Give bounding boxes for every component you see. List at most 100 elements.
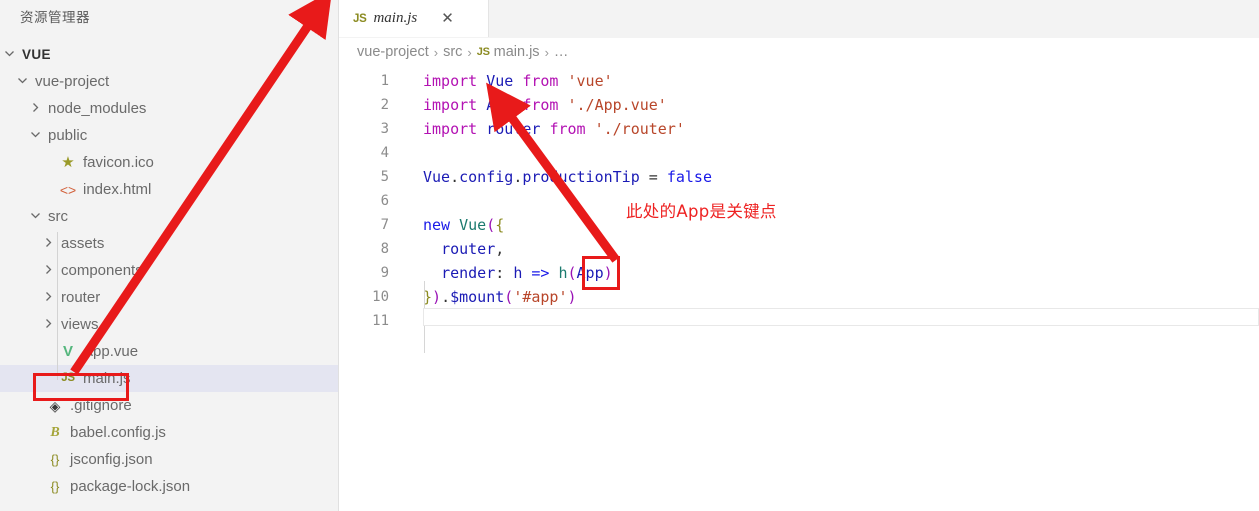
code-line[interactable]: 7new Vue({ (339, 213, 1259, 237)
tree-row-public[interactable]: public (0, 122, 338, 149)
code-token: : (495, 264, 513, 282)
code-token (513, 96, 522, 114)
code-token: productionTip (522, 168, 639, 186)
code-line[interactable]: 4 (339, 141, 1259, 165)
tree-row-node-modules[interactable]: node_modules (0, 95, 338, 122)
tree-row-babel-config-js[interactable]: Bbabel.config.js (0, 419, 338, 446)
code-token (423, 264, 441, 282)
json-file-icon: {} (44, 453, 66, 466)
code-token: './router' (595, 120, 685, 138)
chevron-right-icon[interactable] (39, 264, 57, 275)
chevron-right-icon[interactable] (39, 318, 57, 329)
code-token: ( (486, 216, 495, 234)
code-line[interactable]: 10}).$mount('#app') (339, 285, 1259, 309)
chevron-down-icon[interactable] (26, 129, 44, 140)
tree-row-label: package-lock.json (66, 478, 190, 495)
line-number: 6 (339, 189, 401, 213)
code-token (477, 72, 486, 90)
tree-row-label: VUE (18, 47, 51, 62)
code-token: ) (568, 288, 577, 306)
code-token: ( (504, 288, 513, 306)
code-line[interactable]: 3import router from './router' (339, 117, 1259, 141)
tree-row-label: src (44, 208, 68, 225)
code-line[interactable]: 11 (339, 309, 1259, 333)
code-text: router, (401, 237, 504, 261)
code-line[interactable]: 9 render: h => h(App) (339, 261, 1259, 285)
code-token: '#app' (513, 288, 567, 306)
html-file-icon: <> (57, 183, 79, 197)
vscode-window: 资源管理器 VUEvue-projectnode_modulespublic★f… (0, 0, 1259, 511)
tree-row-favicon-ico[interactable]: ★favicon.ico (0, 149, 338, 176)
code-text: import Vue from 'vue' (401, 69, 613, 93)
tree-row-vue-project[interactable]: vue-project (0, 68, 338, 95)
chevron-right-icon[interactable] (26, 102, 44, 113)
tree-row-jsconfig-json[interactable]: {}jsconfig.json (0, 446, 338, 473)
code-token: Vue (459, 216, 486, 234)
breadcrumb[interactable]: vue-project›src›JSmain.js›… (339, 38, 1259, 66)
breadcrumb-item[interactable]: main.js (494, 44, 540, 60)
code-token: h (558, 264, 567, 282)
line-number: 8 (339, 237, 401, 261)
breadcrumb-item[interactable]: src (443, 44, 462, 60)
json-file-icon: {} (44, 480, 66, 493)
code-line[interactable]: 1import Vue from 'vue' (339, 69, 1259, 93)
js-file-icon: JS (57, 373, 79, 385)
code-token: import (423, 96, 477, 114)
chevron-right-icon[interactable] (39, 291, 57, 302)
code-token: new (423, 216, 450, 234)
code-token: import (423, 72, 477, 90)
code-token: App (486, 96, 513, 114)
babel-file-icon: B (44, 426, 66, 440)
chevron-down-icon[interactable] (13, 75, 31, 86)
js-file-icon: JS (353, 13, 366, 25)
close-icon[interactable]: ✕ (441, 11, 454, 26)
chevron-down-icon[interactable] (26, 210, 44, 221)
breadcrumb-separator: › (467, 45, 471, 60)
tree-row-components[interactable]: components (0, 257, 338, 284)
code-token (477, 120, 486, 138)
explorer-sidebar: 资源管理器 VUEvue-projectnode_modulespublic★f… (0, 0, 339, 511)
tree-row-main-js[interactable]: JSmain.js (0, 365, 338, 392)
code-line[interactable]: 5Vue.config.productionTip = false (339, 165, 1259, 189)
code-token: App (577, 264, 604, 282)
tree-row-app-vue[interactable]: VApp.vue (0, 338, 338, 365)
breadcrumb-item[interactable]: vue-project (357, 44, 429, 60)
code-text: import router from './router' (401, 117, 685, 141)
code-token (477, 96, 486, 114)
code-token: config (459, 168, 513, 186)
code-token: = (640, 168, 667, 186)
code-editor[interactable]: 1import Vue from 'vue'2import App from '… (339, 66, 1259, 333)
line-number: 3 (339, 117, 401, 141)
code-line[interactable]: 2import App from './App.vue' (339, 93, 1259, 117)
tree-row-label: views (57, 316, 99, 333)
code-line[interactable]: 8 router, (339, 237, 1259, 261)
tree-row-index-html[interactable]: <>index.html (0, 176, 338, 203)
code-token: Vue (423, 168, 450, 186)
line-number: 10 (339, 285, 401, 309)
code-token: , (495, 240, 504, 258)
tree-row-assets[interactable]: assets (0, 230, 338, 257)
code-token (423, 240, 441, 258)
tree-row-views[interactable]: views (0, 311, 338, 338)
editor-area: JS main.js ✕ vue-project›src›JSmain.js›…… (339, 0, 1259, 511)
code-token: { (495, 216, 504, 234)
chevron-right-icon[interactable] (39, 237, 57, 248)
tree-row-src[interactable]: src (0, 203, 338, 230)
tree-row-root[interactable]: VUE (0, 41, 338, 68)
code-line[interactable]: 6 (339, 189, 1259, 213)
code-token: 'vue' (568, 72, 613, 90)
breadcrumb-item[interactable]: … (554, 44, 569, 60)
code-token: . (513, 168, 522, 186)
code-text: import App from './App.vue' (401, 93, 667, 117)
tab-main-js[interactable]: JS main.js ✕ (339, 0, 489, 37)
tree-row-label: public (44, 127, 87, 144)
code-token: './App.vue' (568, 96, 667, 114)
chevron-down-icon[interactable] (0, 48, 18, 59)
code-token: false (667, 168, 712, 186)
tree-row-label: vue-project (31, 73, 109, 90)
tree-row-router[interactable]: router (0, 284, 338, 311)
line-number: 5 (339, 165, 401, 189)
tree-row--gitignore[interactable]: ◈.gitignore (0, 392, 338, 419)
file-tree[interactable]: VUE vue-project node_modulespublic ★favicon… (0, 36, 338, 500)
tree-row-package-lock-json[interactable]: {}package-lock.json (0, 473, 338, 500)
